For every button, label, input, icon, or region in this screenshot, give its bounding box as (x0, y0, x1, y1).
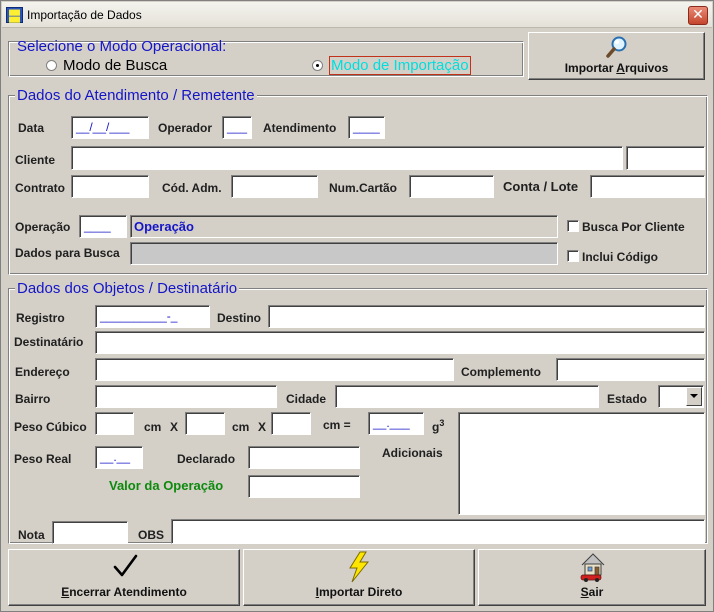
destino-label: Destino (217, 311, 262, 325)
atendimento-label: Atendimento (263, 121, 337, 135)
operador-field[interactable]: ___ (222, 116, 252, 139)
volume-field[interactable]: __.___ (368, 412, 424, 435)
radio-modo-importacao-label[interactable]: Modo de Importação (329, 56, 471, 75)
chevron-down-icon[interactable] (686, 387, 702, 406)
operacao-code-field[interactable]: ____ (79, 215, 127, 238)
cliente-code-field[interactable] (626, 146, 705, 170)
import-window: ▆▆ ▆▆ Importação de Dados ✕ Selecione o M… (0, 0, 714, 612)
house-car-icon (580, 553, 605, 582)
checkmark-icon (113, 554, 138, 577)
atendimento-field[interactable]: ____ (348, 116, 385, 139)
x1-label: X (170, 420, 179, 434)
operacao-description: Operação (130, 215, 558, 238)
radio-modo-busca[interactable] (46, 60, 57, 71)
inclui-codigo-checkbox[interactable] (567, 250, 579, 262)
destinatario-field[interactable] (95, 331, 705, 354)
obs-label: OBS (138, 528, 165, 542)
adicionais-field[interactable] (458, 412, 705, 515)
estado-label: Estado (607, 392, 648, 406)
app-icon: ▆▆ ▆▆ (6, 7, 23, 23)
cod-adm-field[interactable] (231, 175, 318, 198)
x2-label: X (258, 420, 267, 434)
destinatario-label: Destinatário (14, 335, 84, 349)
cidade-field[interactable] (335, 385, 599, 408)
peso-real-field[interactable]: __.__ (95, 446, 143, 469)
dados-busca-label: Dados para Busca (15, 246, 120, 260)
adicionais-label: Adicionais (382, 446, 443, 460)
inclui-codigo-label[interactable]: Inclui Código (582, 250, 658, 264)
sair-button[interactable]: Sair (478, 549, 706, 606)
peso-real-label: Peso Real (14, 452, 72, 466)
operacao-label: Operação (15, 220, 71, 234)
radio-modo-importacao[interactable] (312, 60, 323, 71)
num-cartao-label: Num.Cartão (329, 181, 398, 195)
encerrar-atendimento-label: Encerrar Atendimento (61, 585, 187, 599)
obs-field[interactable] (171, 519, 705, 544)
complemento-label: Complemento (461, 365, 542, 379)
magnifier-icon (606, 36, 627, 58)
registro-field[interactable]: __________-_ (95, 305, 210, 328)
contrato-label: Contrato (15, 181, 65, 195)
cm1-label: cm (144, 420, 162, 434)
importar-arquivos-button[interactable]: Importar Arquivos (528, 32, 705, 80)
dados-busca-field (130, 242, 558, 265)
atendimento-title: Dados do Atendimento / Remetente (15, 87, 257, 104)
dim3-field[interactable] (271, 412, 311, 435)
cm2-label: cm (232, 420, 250, 434)
cm-eq-label: cm = (323, 418, 351, 432)
busca-por-cliente-checkbox[interactable] (567, 220, 579, 232)
data-label: Data (18, 121, 45, 135)
importar-direto-label: Importar Direto (315, 585, 403, 599)
cliente-field[interactable] (71, 146, 623, 170)
bairro-label: Bairro (15, 392, 51, 406)
nota-label: Nota (18, 528, 45, 542)
window-title: Importação de Dados (27, 8, 142, 22)
importar-arquivos-label: Importar Arquivos (564, 61, 669, 75)
dim2-field[interactable] (185, 412, 225, 435)
valor-operacao-label: Valor da Operação (109, 478, 224, 493)
busca-por-cliente-label[interactable]: Busca Por Cliente (582, 220, 685, 234)
contrato-field[interactable] (71, 175, 149, 198)
declarado-field[interactable] (248, 446, 360, 469)
title-bar: ▆▆ ▆▆ Importação de Dados ✕ (2, 2, 712, 28)
registro-label: Registro (16, 311, 65, 325)
cidade-label: Cidade (286, 392, 327, 406)
encerrar-atendimento-button[interactable]: Encerrar Atendimento (8, 549, 240, 606)
nota-field[interactable] (52, 521, 128, 544)
valor-operacao-field[interactable] (248, 475, 360, 498)
modo-title: Selecione o Modo Operacional: (17, 38, 227, 55)
endereco-label: Endereço (15, 365, 70, 379)
peso-cubico-label: Peso Cúbico (14, 420, 87, 434)
importar-direto-button[interactable]: Importar Direto (243, 549, 475, 606)
data-field[interactable]: __/__/___ (71, 116, 149, 139)
declarado-label: Declarado (177, 452, 236, 466)
bairro-field[interactable] (95, 385, 277, 408)
radio-modo-busca-label[interactable]: Modo de Busca (63, 57, 167, 74)
cod-adm-label: Cód. Adm. (162, 181, 222, 195)
objetos-title: Dados dos Objetos / Destinatário (15, 280, 240, 297)
endereco-field[interactable] (95, 358, 454, 381)
dim1-field[interactable] (95, 412, 134, 435)
conta-lote-label: Conta / Lote (503, 179, 579, 194)
complemento-field[interactable] (556, 358, 705, 381)
conta-lote-field[interactable] (590, 175, 705, 198)
destino-field[interactable] (268, 305, 705, 328)
lightning-icon (349, 551, 370, 583)
operador-label: Operador (158, 121, 213, 135)
cliente-label: Cliente (15, 153, 56, 167)
close-button[interactable]: ✕ (688, 6, 708, 25)
g3-label: g3 (432, 418, 445, 434)
sair-label: Sair (580, 585, 604, 599)
num-cartao-field[interactable] (409, 175, 494, 198)
